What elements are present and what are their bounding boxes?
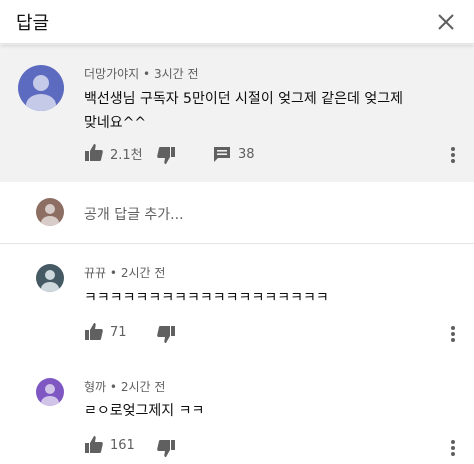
avatar[interactable]	[36, 378, 64, 406]
list-item: 형까 • 2시간 전 ㄹㅇ로엊그제지 ㅋㅋ 161	[0, 356, 474, 464]
like-count: 2.1천	[110, 147, 143, 163]
add-reply-input[interactable]: 공개 답글 추가...	[84, 204, 184, 224]
thumbs-up-icon	[85, 144, 103, 161]
comment-text: ㅋㅋㅋㅋㅋㅋㅋㅋㅋㅋㅋㅋㅋㅋㅋㅋㅋㅋㅋ	[84, 290, 329, 306]
reply-count-button[interactable]: 38	[212, 144, 255, 164]
add-reply-row: 공개 답글 추가...	[0, 182, 474, 244]
like-count: 71	[110, 324, 127, 340]
comment-time: 2시간 전	[120, 380, 166, 394]
thumbs-up-icon	[85, 323, 103, 340]
replies-header: 답글	[0, 0, 474, 44]
like-button[interactable]: 71	[84, 322, 127, 342]
parent-comment: 더망가야지 • 3시간 전 백선생님 구독자 5만이던 시절이 엊그제 같은데 …	[0, 45, 474, 182]
comment-text: 백선생님 구독자 5만이던 시절이 엊그제 같은데 엊그제 맞네요^^	[84, 87, 403, 135]
more-options-icon[interactable]	[449, 145, 457, 165]
more-options-icon[interactable]	[449, 324, 457, 344]
separator: •	[143, 67, 151, 81]
avatar[interactable]	[36, 264, 64, 292]
like-count: 161	[110, 437, 135, 453]
avatar[interactable]	[18, 65, 64, 111]
list-item: 뀨뀨 • 2시간 전 ㅋㅋㅋㅋㅋㅋㅋㅋㅋㅋㅋㅋㅋㅋㅋㅋㅋㅋㅋ 71	[0, 244, 474, 354]
comment-time: 2시간 전	[120, 266, 166, 280]
comment-text: ㄹㅇ로엊그제지 ㅋㅋ	[84, 403, 205, 419]
author-name[interactable]: 뀨뀨	[84, 266, 106, 280]
like-button[interactable]: 2.1천	[84, 143, 143, 163]
current-user-avatar	[36, 198, 64, 226]
comment-text-line-2: 맞네요^^	[84, 115, 147, 131]
thumbs-down-icon	[157, 440, 175, 457]
thumbs-down-icon	[157, 147, 175, 164]
dislike-button[interactable]	[156, 324, 176, 344]
close-icon[interactable]	[432, 8, 460, 36]
thumbs-up-icon	[85, 436, 103, 453]
separator: •	[109, 266, 117, 280]
comment-text-line-1: 백선생님 구독자 5만이던 시절이 엊그제 같은데 엊그제	[84, 91, 403, 107]
comment-meta: 뀨뀨 • 2시간 전	[84, 264, 165, 281]
author-name[interactable]: 형까	[84, 380, 106, 394]
comment-icon	[214, 147, 230, 162]
comment-meta: 더망가야지 • 3시간 전	[84, 65, 199, 82]
author-name[interactable]: 더망가야지	[84, 67, 139, 81]
separator: •	[109, 380, 117, 394]
thumbs-down-icon	[157, 326, 175, 343]
comment-time: 3시간 전	[153, 67, 199, 81]
header-title: 답글	[16, 13, 50, 34]
reply-count: 38	[238, 146, 255, 162]
dislike-button[interactable]	[156, 438, 176, 458]
dislike-button[interactable]	[156, 145, 176, 165]
like-button[interactable]: 161	[84, 435, 135, 455]
comment-meta: 형까 • 2시간 전	[84, 378, 165, 395]
more-options-icon[interactable]	[449, 438, 457, 458]
